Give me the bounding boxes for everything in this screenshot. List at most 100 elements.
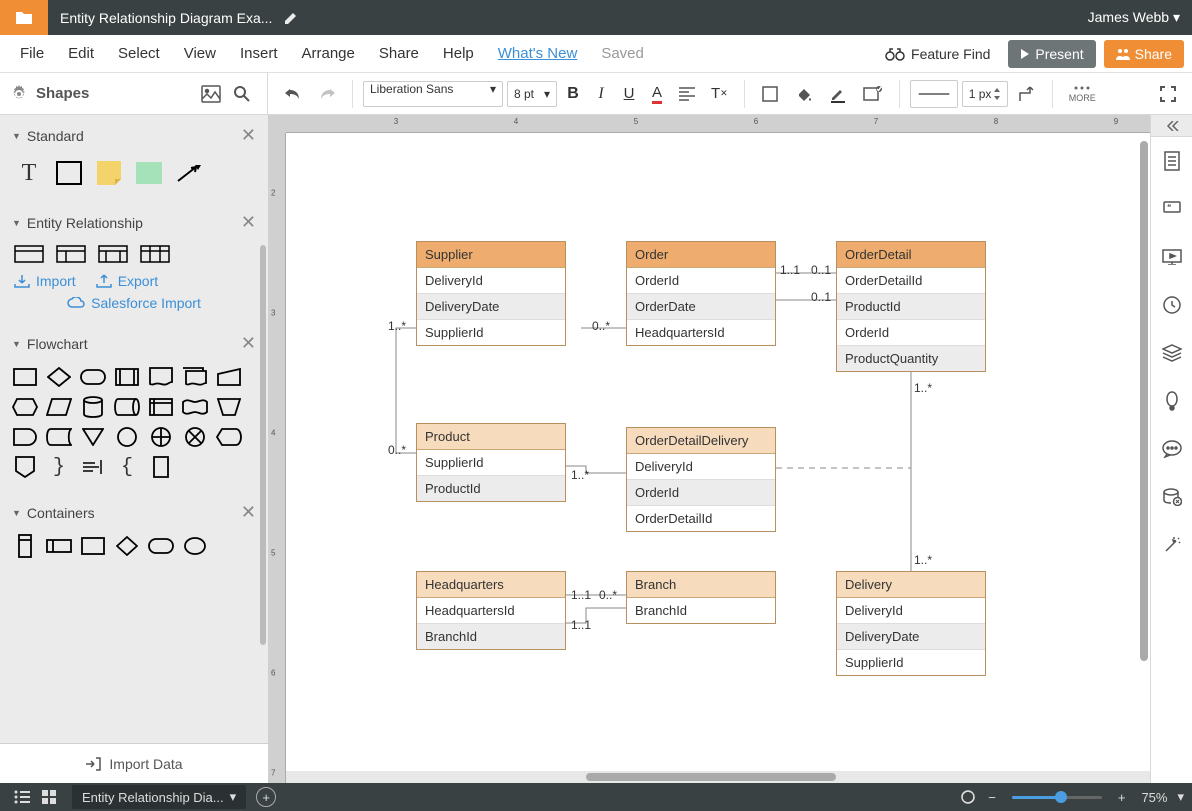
italic-button[interactable]: I <box>589 80 613 108</box>
menu-arrange[interactable]: Arrange <box>290 45 367 62</box>
fc-data[interactable] <box>46 396 72 418</box>
fc-terminator[interactable] <box>80 366 106 388</box>
zoom-slider[interactable] <box>1012 796 1102 799</box>
fc-predefined[interactable] <box>114 366 140 388</box>
salesforce-import-link[interactable]: Salesforce Import <box>67 295 201 311</box>
fc-document[interactable] <box>148 366 174 388</box>
undo-button[interactable] <box>278 80 308 108</box>
font-size-select[interactable]: 8 pt▾ <box>507 81 557 107</box>
er-entity-1[interactable] <box>14 245 44 263</box>
shape-fill-button[interactable] <box>755 80 785 108</box>
line-width-select[interactable]: 1 px <box>962 81 1008 107</box>
fc-merge[interactable] <box>80 426 106 448</box>
entity-orderdetaildelivery[interactable]: OrderDetailDelivery DeliveryId OrderId O… <box>626 427 776 532</box>
grid-view-icon[interactable] <box>36 790 62 804</box>
fc-delay[interactable] <box>12 426 38 448</box>
arrow-shape[interactable] <box>174 158 204 188</box>
chat-icon[interactable] <box>1151 425 1192 473</box>
underline-button[interactable]: U <box>617 80 641 108</box>
share-button[interactable]: Share <box>1104 40 1184 68</box>
pencil-icon[interactable] <box>284 11 298 25</box>
line-style-button[interactable] <box>910 80 958 108</box>
section-containers[interactable]: ▼ Containers ✕ <box>0 492 268 529</box>
er-entity-2[interactable] <box>56 245 86 263</box>
history-icon[interactable] <box>1151 281 1192 329</box>
more-button[interactable]: MORE <box>1063 85 1102 103</box>
scrollbar-vertical[interactable] <box>1138 133 1150 771</box>
entity-order[interactable]: Order OrderId OrderDate HeadquartersId <box>626 241 776 346</box>
section-standard[interactable]: ▼ Standard ✕ <box>0 115 268 152</box>
redo-button[interactable] <box>312 80 342 108</box>
scrollbar-thumb[interactable] <box>260 245 266 645</box>
entity-product[interactable]: Product SupplierId ProductId <box>416 423 566 502</box>
collapse-right-panel[interactable] <box>1151 115 1192 137</box>
data-link-icon[interactable] <box>1151 473 1192 521</box>
entity-headquarters[interactable]: Headquarters HeadquartersId BranchId <box>416 571 566 650</box>
rectangle-shape[interactable] <box>54 158 84 188</box>
fc-stored-data[interactable] <box>46 426 72 448</box>
er-entity-4[interactable] <box>140 245 170 263</box>
page-tab[interactable]: Entity Relationship Dia... ▾ <box>72 785 246 809</box>
search-icon[interactable] <box>227 85 257 103</box>
shape-options-button[interactable] <box>857 80 889 108</box>
fc-connector[interactable] <box>114 426 140 448</box>
fc-multidoc[interactable] <box>182 366 208 388</box>
fc-sum[interactable] <box>182 426 208 448</box>
menu-select[interactable]: Select <box>106 45 172 62</box>
image-icon[interactable] <box>195 85 227 103</box>
fc-decision[interactable] <box>46 366 72 388</box>
block-shape[interactable] <box>134 158 164 188</box>
outline-icon[interactable] <box>8 790 36 804</box>
clear-formatting-button[interactable]: T✕ <box>705 80 734 108</box>
text-color-button[interactable]: A <box>645 80 669 108</box>
zoom-out-button[interactable]: − <box>982 790 1002 805</box>
zoom-percentage[interactable]: 75% <box>1141 790 1167 805</box>
fc-internal[interactable] <box>148 396 174 418</box>
fc-paper-tape[interactable] <box>182 396 208 418</box>
close-icon[interactable]: ✕ <box>241 502 256 523</box>
menu-file[interactable]: File <box>8 45 56 62</box>
container-1[interactable] <box>12 535 38 557</box>
fullscreen-button[interactable] <box>1154 80 1182 108</box>
close-icon[interactable]: ✕ <box>241 125 256 146</box>
sync-icon[interactable] <box>954 789 982 805</box>
fc-card[interactable] <box>148 456 174 478</box>
menu-view[interactable]: View <box>172 45 228 62</box>
fc-bracket-left[interactable]: { <box>114 456 140 478</box>
fc-manual-op[interactable] <box>216 396 242 418</box>
entity-orderdetail[interactable]: OrderDetail OrderDetailId ProductId Orde… <box>836 241 986 372</box>
import-link[interactable]: Import <box>14 273 76 289</box>
present-button[interactable]: Present <box>1008 40 1095 68</box>
presentation-icon[interactable] <box>1151 233 1192 281</box>
menu-insert[interactable]: Insert <box>228 45 290 62</box>
close-icon[interactable]: ✕ <box>241 333 256 354</box>
layers-icon[interactable] <box>1151 329 1192 377</box>
user-menu[interactable]: James Webb ▾ <box>1088 9 1192 26</box>
fc-display[interactable] <box>216 426 242 448</box>
menu-whats-new[interactable]: What's New <box>486 45 590 62</box>
paint-icon[interactable] <box>1151 377 1192 425</box>
fill-bucket-button[interactable] <box>789 80 819 108</box>
fc-preparation[interactable] <box>12 396 38 418</box>
container-6[interactable] <box>182 535 208 557</box>
magic-icon[interactable] <box>1151 521 1192 569</box>
menu-edit[interactable]: Edit <box>56 45 106 62</box>
scrollbar-horizontal[interactable] <box>286 771 1150 783</box>
fc-process[interactable] <box>12 366 38 388</box>
align-button[interactable] <box>673 80 701 108</box>
fc-bracket-right[interactable]: } <box>46 456 72 478</box>
document-title[interactable]: Entity Relationship Diagram Exa... <box>48 10 272 26</box>
section-entity-relationship[interactable]: ▼ Entity Relationship ✕ <box>0 202 268 239</box>
fc-manual-input[interactable] <box>216 366 242 388</box>
container-2[interactable] <box>46 535 72 557</box>
gear-icon[interactable] <box>10 85 28 103</box>
container-3[interactable] <box>80 535 106 557</box>
container-5[interactable] <box>148 535 174 557</box>
chevron-down-icon[interactable]: ▾ <box>1177 789 1184 805</box>
fc-offpage[interactable] <box>12 456 38 478</box>
fc-harddisk[interactable] <box>114 396 140 418</box>
fc-or[interactable] <box>148 426 174 448</box>
fc-note[interactable] <box>80 456 106 478</box>
menu-share[interactable]: Share <box>367 45 431 62</box>
note-shape[interactable] <box>94 158 124 188</box>
